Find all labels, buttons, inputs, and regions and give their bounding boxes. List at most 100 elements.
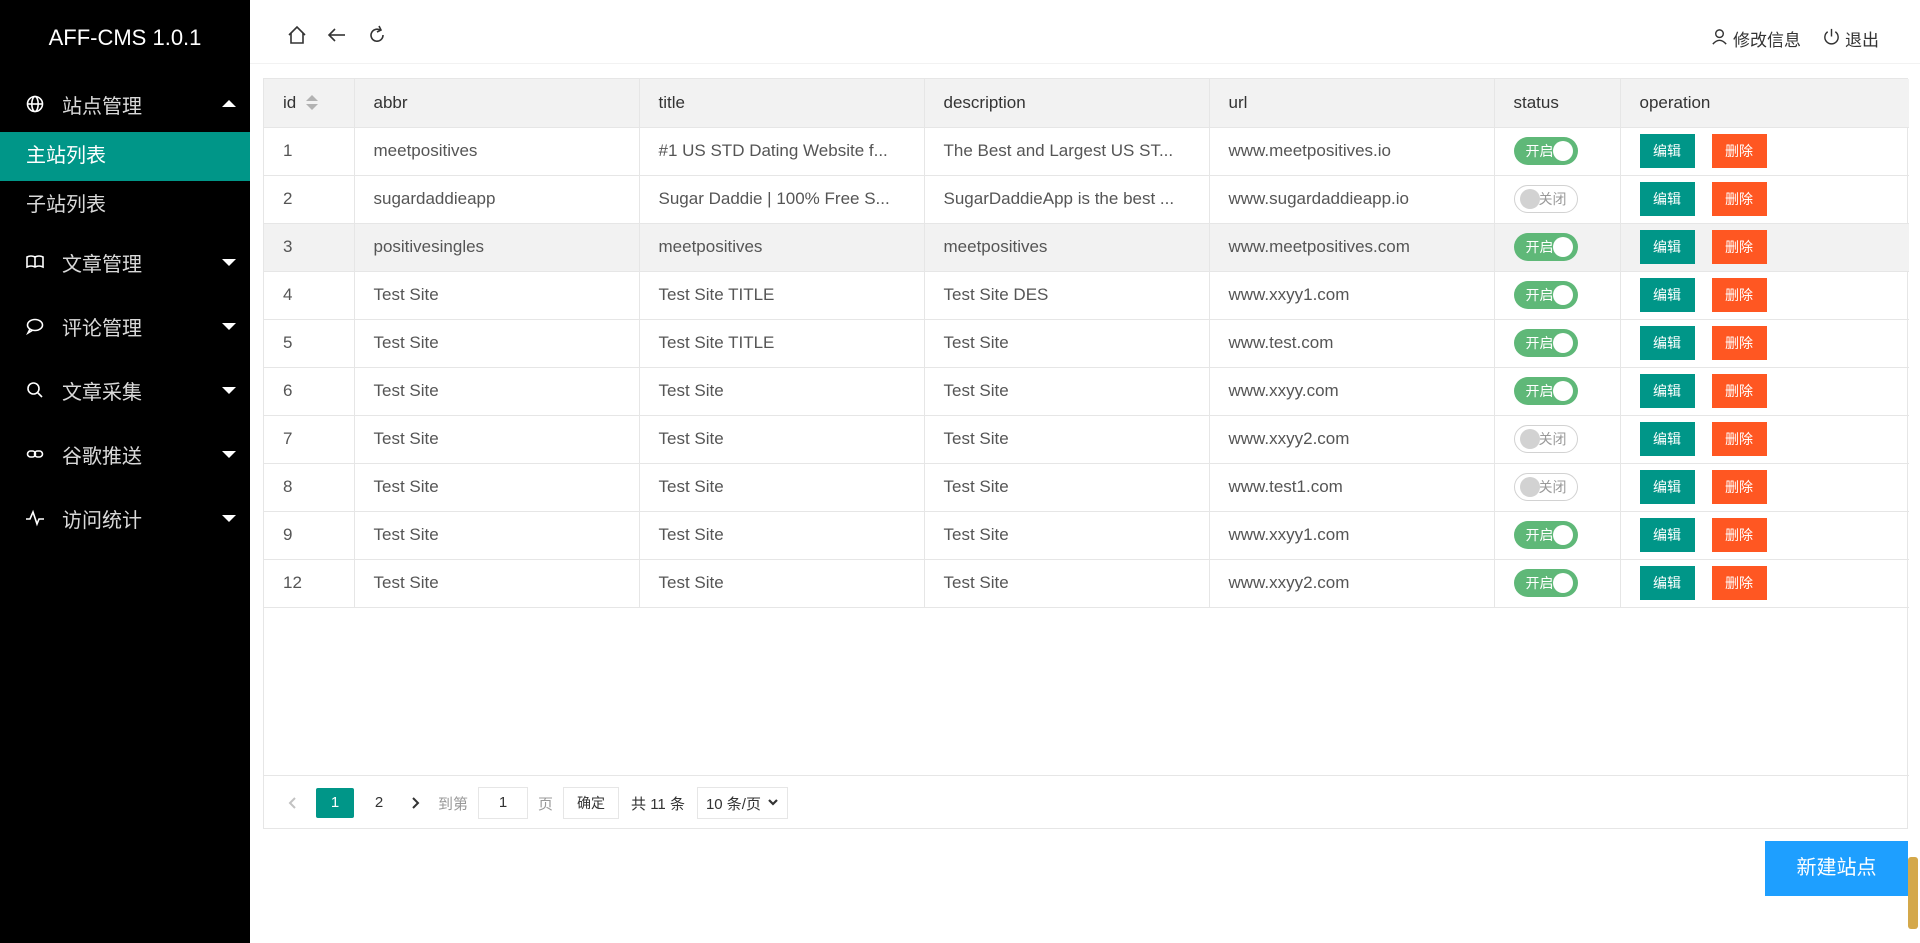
table-row: 12 Test Site Test Site Test Site www.xxyy2.c… (264, 559, 1909, 608)
sidebar-group-google-push[interactable]: 谷歌推送 (0, 422, 250, 486)
cell-title: Test Site TITLE (639, 271, 925, 320)
back-icon[interactable] (326, 24, 350, 48)
goto-page-input[interactable]: 1 (478, 787, 529, 819)
cell-abbr: Test Site (354, 463, 640, 512)
edit-button[interactable]: 编辑 (1639, 134, 1695, 168)
cell-status: 关闭 (1494, 463, 1621, 512)
sidebar-item-main-sites[interactable]: 主站列表 (0, 132, 250, 181)
cell-description: SugarDaddieApp is the best ... (924, 175, 1210, 224)
status-toggle[interactable]: 开启 (1513, 569, 1578, 597)
delete-button[interactable]: 删除 (1711, 278, 1767, 312)
cell-operation: 编辑 删除 (1620, 511, 1909, 560)
page-number-2[interactable]: 2 (360, 788, 398, 818)
status-toggle[interactable]: 开启 (1513, 521, 1578, 549)
column-header-abbr: abbr (354, 79, 640, 128)
edit-button[interactable]: 编辑 (1639, 422, 1695, 456)
status-toggle-label: 开启 (1525, 335, 1554, 351)
status-toggle[interactable]: 开启 (1513, 329, 1578, 357)
chevron-down-icon (222, 323, 236, 330)
sidebar-item-sub-sites[interactable]: 子站列表 (0, 181, 250, 230)
edit-button[interactable]: 编辑 (1639, 182, 1695, 216)
delete-button[interactable]: 删除 (1711, 470, 1767, 504)
new-site-button[interactable]: 新建站点 (1765, 841, 1908, 896)
sidebar-group-label: 谷歌推送 (62, 445, 142, 468)
sidebar-group-site-management[interactable]: 站点管理 (0, 76, 250, 132)
search-icon (24, 379, 46, 401)
next-page-icon[interactable] (404, 788, 426, 818)
status-toggle[interactable]: 开启 (1513, 281, 1578, 309)
sidebar-group-article-management[interactable]: 文章管理 (0, 230, 250, 294)
home-icon[interactable] (286, 24, 310, 48)
table-row: 2 sugardaddieapp Sugar Daddie | 100% Free … (264, 175, 1909, 224)
prev-page-icon[interactable] (282, 788, 304, 818)
cell-status: 开启 (1494, 223, 1621, 272)
refresh-icon[interactable] (366, 24, 390, 48)
delete-button[interactable]: 删除 (1711, 182, 1767, 216)
toggle-knob (1552, 237, 1573, 257)
cell-abbr: Test Site (354, 271, 640, 320)
cell-id: 6 (264, 367, 355, 416)
edit-button[interactable]: 编辑 (1639, 326, 1695, 360)
edit-button[interactable]: 编辑 (1639, 470, 1695, 504)
cell-title: Test Site (639, 367, 925, 416)
delete-button[interactable]: 删除 (1711, 230, 1767, 264)
logout-link[interactable]: 退出 (1822, 26, 1879, 51)
cell-id: 12 (264, 559, 355, 608)
cell-operation: 编辑 删除 (1620, 175, 1909, 224)
chevron-down-icon (222, 515, 236, 522)
edit-button[interactable]: 编辑 (1639, 278, 1695, 312)
status-toggle-label: 开启 (1525, 143, 1554, 159)
edit-button[interactable]: 编辑 (1639, 566, 1695, 600)
cell-id: 4 (264, 271, 355, 320)
status-toggle[interactable]: 关闭 (1513, 185, 1578, 213)
delete-button[interactable]: 删除 (1711, 518, 1767, 552)
sidebar-group-visit-stats[interactable]: 访问统计 (0, 486, 250, 550)
cell-url: www.xxyy2.com (1209, 559, 1495, 608)
delete-button[interactable]: 删除 (1711, 134, 1767, 168)
cell-url: www.meetpositives.com (1209, 223, 1495, 272)
column-header-id[interactable]: id (264, 79, 355, 128)
cell-url: www.xxyy2.com (1209, 415, 1495, 464)
sidebar-group-label: 文章管理 (62, 253, 142, 276)
edit-button[interactable]: 编辑 (1639, 518, 1695, 552)
cell-url: www.test.com (1209, 319, 1495, 368)
status-toggle-label: 关闭 (1538, 191, 1567, 207)
page-number-1[interactable]: 1 (316, 788, 354, 818)
edit-button[interactable]: 编辑 (1639, 230, 1695, 264)
goto-confirm-button[interactable]: 确定 (563, 787, 620, 819)
cell-url: www.xxyy1.com (1209, 511, 1495, 560)
goto-label: 到第 (438, 795, 469, 813)
status-toggle[interactable]: 开启 (1513, 137, 1578, 165)
sidebar-group-comment-management[interactable]: 评论管理 (0, 294, 250, 358)
status-toggle[interactable]: 关闭 (1513, 473, 1578, 501)
book-icon (24, 251, 46, 273)
cell-url: www.meetpositives.io (1209, 127, 1495, 176)
cell-status: 开启 (1494, 367, 1621, 416)
edit-info-link[interactable]: 修改信息 (1710, 26, 1801, 51)
scrollbar[interactable] (1908, 857, 1918, 929)
cell-title: meetpositives (639, 223, 925, 272)
status-toggle[interactable]: 开启 (1513, 233, 1578, 261)
edit-button[interactable]: 编辑 (1639, 374, 1695, 408)
status-toggle[interactable]: 关闭 (1513, 425, 1578, 453)
delete-button[interactable]: 删除 (1711, 374, 1767, 408)
delete-button[interactable]: 删除 (1711, 566, 1767, 600)
page-size-select[interactable]: 10 条/页 (696, 787, 788, 819)
cell-url: www.sugardaddieapp.io (1209, 175, 1495, 224)
table-row: 3 positivesingles meetpositives meetpositiv… (264, 223, 1909, 272)
delete-button[interactable]: 删除 (1711, 422, 1767, 456)
sidebar-group-label: 站点管理 (62, 95, 142, 118)
cell-id: 1 (264, 127, 355, 176)
cell-abbr: Test Site (354, 559, 640, 608)
cell-title: Test Site (639, 463, 925, 512)
sidebar-group-article-collection[interactable]: 文章采集 (0, 358, 250, 422)
status-toggle[interactable]: 开启 (1513, 377, 1578, 405)
cell-title: Test Site (639, 559, 925, 608)
sort-icon[interactable] (306, 95, 319, 111)
cell-title: #1 US STD Dating Website f... (639, 127, 925, 176)
delete-button[interactable]: 删除 (1711, 326, 1767, 360)
globe-icon (24, 93, 46, 115)
chevron-down-icon (222, 451, 236, 458)
toggle-knob (1519, 477, 1540, 497)
table-header-row: id abbr title description url status ope… (264, 79, 1909, 128)
